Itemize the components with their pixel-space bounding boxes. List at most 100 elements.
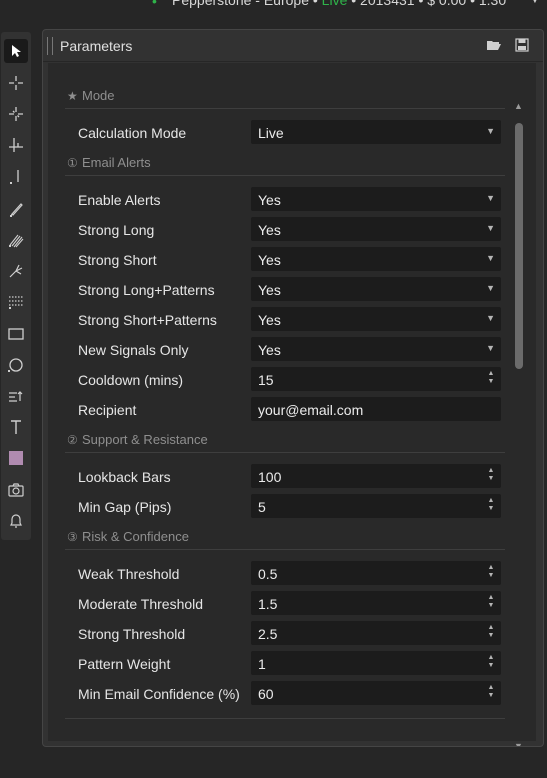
- new-signals-only-select[interactable]: Yes ▼: [251, 337, 501, 361]
- pitchfork-tool[interactable]: [1, 257, 31, 285]
- cooldown-stepper[interactable]: 15 ▲ ▼: [251, 367, 501, 391]
- spin-up-icon[interactable]: ▲: [488, 684, 495, 691]
- spin-buttons[interactable]: ▲ ▼: [487, 370, 495, 386]
- strong-short-patterns-select[interactable]: Yes ▼: [251, 307, 501, 331]
- param-label: Min Gap (Pips): [78, 499, 172, 515]
- param-label: Weak Threshold: [78, 566, 180, 582]
- spin-up-icon[interactable]: ▲: [488, 370, 495, 377]
- fibonacci-tool[interactable]: [1, 226, 31, 254]
- select-value: Yes: [258, 312, 281, 328]
- account-number: 2013431: [360, 0, 415, 8]
- color-swatch-tool[interactable]: [1, 444, 31, 472]
- pencil-tool[interactable]: [1, 195, 31, 223]
- spin-down-icon[interactable]: ▼: [488, 692, 495, 699]
- cursor-tool[interactable]: [1, 37, 31, 65]
- enable-alerts-select[interactable]: Yes ▼: [251, 187, 501, 211]
- spin-buttons[interactable]: ▲ ▼: [487, 624, 495, 640]
- zoom-tool[interactable]: [1, 100, 31, 128]
- screenshot-tool[interactable]: [1, 476, 31, 504]
- drag-handle[interactable]: [47, 37, 53, 55]
- circle-tool[interactable]: [1, 351, 31, 379]
- param-label: New Signals Only: [78, 342, 189, 358]
- crosshair-tool[interactable]: [1, 69, 31, 97]
- stepper-value: 0.5: [258, 566, 278, 582]
- spin-down-icon[interactable]: ▼: [488, 662, 495, 669]
- spin-buttons[interactable]: ▲ ▼: [487, 467, 495, 483]
- pattern-weight-stepper[interactable]: 1 ▲ ▼: [251, 651, 501, 675]
- spin-down-icon[interactable]: ▼: [488, 632, 495, 639]
- spin-down-icon[interactable]: ▼: [488, 572, 495, 579]
- param-label: Pattern Weight: [78, 656, 171, 672]
- recipient-input[interactable]: your@email.com: [251, 397, 501, 421]
- spin-down-icon[interactable]: ▼: [488, 602, 495, 609]
- spin-up-icon[interactable]: ▲: [488, 497, 495, 504]
- account-mode: Live: [321, 0, 348, 8]
- vertical-line-icon: [10, 170, 19, 184]
- param-label: Moderate Threshold: [78, 596, 204, 612]
- vertical-line-tool[interactable]: [1, 164, 31, 192]
- circle-icon: [8, 358, 23, 372]
- spin-buttons[interactable]: ▲ ▼: [487, 594, 495, 610]
- open-folder-icon[interactable]: [486, 38, 502, 52]
- strong-short-select[interactable]: Yes ▼: [251, 247, 501, 271]
- account-status-bar: • Pepperstone - Europe • Live • 2013431 …: [0, 0, 547, 12]
- weak-threshold-stepper[interactable]: 0.5 ▲ ▼: [251, 561, 501, 585]
- param-min-gap: Min Gap (Pips) 5 ▲ ▼: [65, 494, 505, 518]
- divider: [65, 718, 505, 719]
- section-title: Mode: [82, 88, 115, 103]
- moderate-threshold-stepper[interactable]: 1.5 ▲ ▼: [251, 591, 501, 615]
- spin-up-icon[interactable]: ▲: [488, 594, 495, 601]
- spin-down-icon[interactable]: ▼: [488, 475, 495, 482]
- strong-long-select[interactable]: Yes ▼: [251, 217, 501, 241]
- section-number-3-icon: ③: [67, 530, 78, 544]
- scrollbar-thumb[interactable]: [515, 123, 523, 369]
- grid-select-tool[interactable]: [1, 288, 31, 316]
- measure-icon: [9, 138, 23, 152]
- scroll-up-arrow-icon[interactable]: ▲: [514, 101, 523, 111]
- section-number-1-icon: ①: [67, 156, 78, 170]
- lookback-bars-stepper[interactable]: 100 ▲ ▼: [251, 464, 501, 488]
- dropdown-arrow-icon: ▼: [486, 343, 495, 353]
- spin-buttons[interactable]: ▲ ▼: [487, 564, 495, 580]
- spin-buttons[interactable]: ▲ ▼: [487, 497, 495, 513]
- section-risk-confidence: ③ Risk & Confidence: [65, 527, 505, 550]
- star-icon: ★: [67, 89, 78, 103]
- strong-threshold-stepper[interactable]: 2.5 ▲ ▼: [251, 621, 501, 645]
- param-calculation-mode: Calculation Mode Live ▼: [65, 120, 505, 144]
- save-icon[interactable]: [515, 38, 529, 52]
- text-tool[interactable]: [1, 413, 31, 441]
- spin-up-icon[interactable]: ▲: [488, 654, 495, 661]
- account-menu-chevron-icon[interactable]: ▼: [529, 0, 541, 6]
- parameters-panel: Parameters ★ Mode Calculation Mode Live …: [42, 29, 544, 747]
- param-recipient: Recipient your@email.com: [65, 397, 505, 421]
- text-icon: [11, 420, 21, 434]
- min-email-confidence-stepper[interactable]: 60 ▲ ▼: [251, 681, 501, 705]
- spin-down-icon[interactable]: ▼: [488, 505, 495, 512]
- alert-tool[interactable]: [1, 507, 31, 535]
- rectangle-tool[interactable]: [1, 320, 31, 348]
- param-new-signals-only: New Signals Only Yes ▼: [65, 337, 505, 361]
- spin-down-icon[interactable]: ▼: [488, 378, 495, 385]
- param-label: Lookback Bars: [78, 469, 171, 485]
- stepper-value: 1: [258, 656, 266, 672]
- param-label: Strong Short: [78, 252, 157, 268]
- spin-up-icon[interactable]: ▲: [488, 467, 495, 474]
- spin-buttons[interactable]: ▲ ▼: [487, 684, 495, 700]
- spin-up-icon[interactable]: ▲: [488, 564, 495, 571]
- select-value: Yes: [258, 192, 281, 208]
- stepper-value: 2.5: [258, 626, 278, 642]
- min-gap-stepper[interactable]: 5 ▲ ▼: [251, 494, 501, 518]
- measure-tool[interactable]: [1, 131, 31, 159]
- strong-long-patterns-select[interactable]: Yes ▼: [251, 277, 501, 301]
- spin-buttons[interactable]: ▲ ▼: [487, 654, 495, 670]
- param-min-email-confidence: Min Email Confidence (%) 60 ▲ ▼: [65, 681, 505, 705]
- text-arrow-tool[interactable]: [1, 382, 31, 410]
- select-value: Live: [258, 125, 284, 141]
- select-value: Yes: [258, 282, 281, 298]
- scroll-down-arrow-icon[interactable]: ▼: [514, 741, 523, 746]
- stepper-value: 15: [258, 372, 274, 388]
- rectangle-icon: [8, 328, 24, 340]
- param-strong-threshold: Strong Threshold 2.5 ▲ ▼: [65, 621, 505, 645]
- calculation-mode-select[interactable]: Live ▼: [251, 120, 501, 144]
- spin-up-icon[interactable]: ▲: [488, 624, 495, 631]
